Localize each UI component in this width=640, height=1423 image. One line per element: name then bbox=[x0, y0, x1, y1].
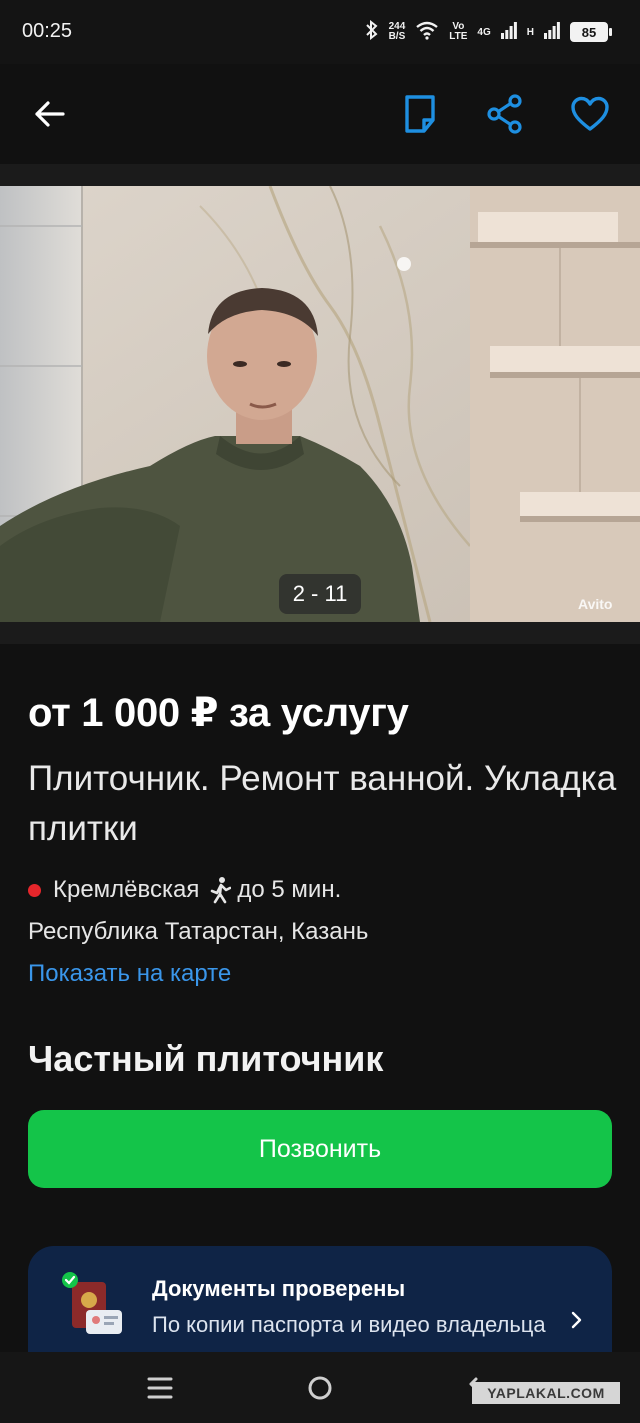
walk-time: до 5 мин. bbox=[237, 876, 342, 903]
share-button[interactable] bbox=[481, 90, 529, 138]
note-icon bbox=[405, 95, 435, 133]
region-address: Республика Татарстан, Казань bbox=[28, 918, 369, 945]
wifi-icon bbox=[415, 20, 439, 45]
menu-icon bbox=[147, 1377, 173, 1399]
note-button[interactable] bbox=[396, 90, 444, 138]
heart-icon bbox=[571, 96, 609, 131]
status-icons: 244 B/S Vo LTE 4G H 85 bbox=[365, 18, 612, 46]
metro-station: Кремлёвская bbox=[53, 876, 200, 903]
signal-icon bbox=[544, 21, 560, 44]
back-arrow-icon bbox=[35, 101, 65, 127]
call-button[interactable]: Позвонить bbox=[28, 1110, 612, 1188]
signal-icon bbox=[500, 21, 517, 44]
network-type-2: H bbox=[527, 27, 534, 38]
network-2-label: H bbox=[526, 26, 534, 38]
seller-name: Частный плиточник bbox=[28, 1038, 384, 1079]
gallery-divider bbox=[0, 622, 640, 644]
metro-location: Кремлёвская до 5 мин. bbox=[28, 876, 341, 904]
listing-photo bbox=[0, 186, 640, 622]
docs-title: Документы проверены bbox=[152, 1276, 406, 1301]
network-type-1: 4G bbox=[477, 27, 490, 38]
docs-subtitle: По копии паспорта и видео владельца bbox=[152, 1312, 546, 1337]
photo-counter: 2 - 11 bbox=[279, 574, 361, 614]
passport-icon bbox=[60, 1272, 124, 1341]
volte-indicator: Vo LTE bbox=[449, 22, 467, 42]
header-divider bbox=[0, 164, 640, 186]
site-watermark: YAPLAKAL.COM bbox=[472, 1382, 620, 1404]
share-icon bbox=[487, 94, 522, 134]
chevron-right-icon bbox=[568, 1308, 586, 1337]
status-time: 00:25 bbox=[22, 20, 73, 42]
battery-icon: 85 bbox=[570, 22, 612, 42]
walking-icon bbox=[209, 876, 232, 904]
network-1-label: 4G bbox=[477, 26, 491, 38]
network-speed: 244 B/S bbox=[389, 22, 406, 42]
speed-unit: B/S bbox=[388, 31, 406, 42]
battery-level: 85 bbox=[570, 22, 608, 42]
favorite-button[interactable] bbox=[566, 90, 614, 138]
app-header bbox=[0, 64, 640, 164]
avito-watermark: Avito bbox=[578, 596, 613, 612]
recent-apps-button[interactable] bbox=[140, 1372, 180, 1404]
metro-line-icon bbox=[28, 883, 41, 897]
home-button[interactable] bbox=[300, 1372, 340, 1404]
listing-title: Плиточник. Ремонт ванной. Укладка плитки bbox=[28, 759, 617, 848]
status-bar: 00:25 244 B/S Vo LTE 4G H 85 bbox=[0, 0, 640, 64]
show-on-map-link[interactable]: Показать на карте bbox=[28, 960, 231, 988]
home-circle-icon bbox=[308, 1376, 332, 1400]
photo-gallery[interactable] bbox=[0, 186, 640, 622]
volte-bottom: LTE bbox=[449, 31, 468, 42]
listing-price: от 1 000 ₽ за услугу bbox=[28, 691, 409, 735]
back-button[interactable] bbox=[26, 90, 74, 138]
bluetooth-icon bbox=[365, 19, 379, 45]
